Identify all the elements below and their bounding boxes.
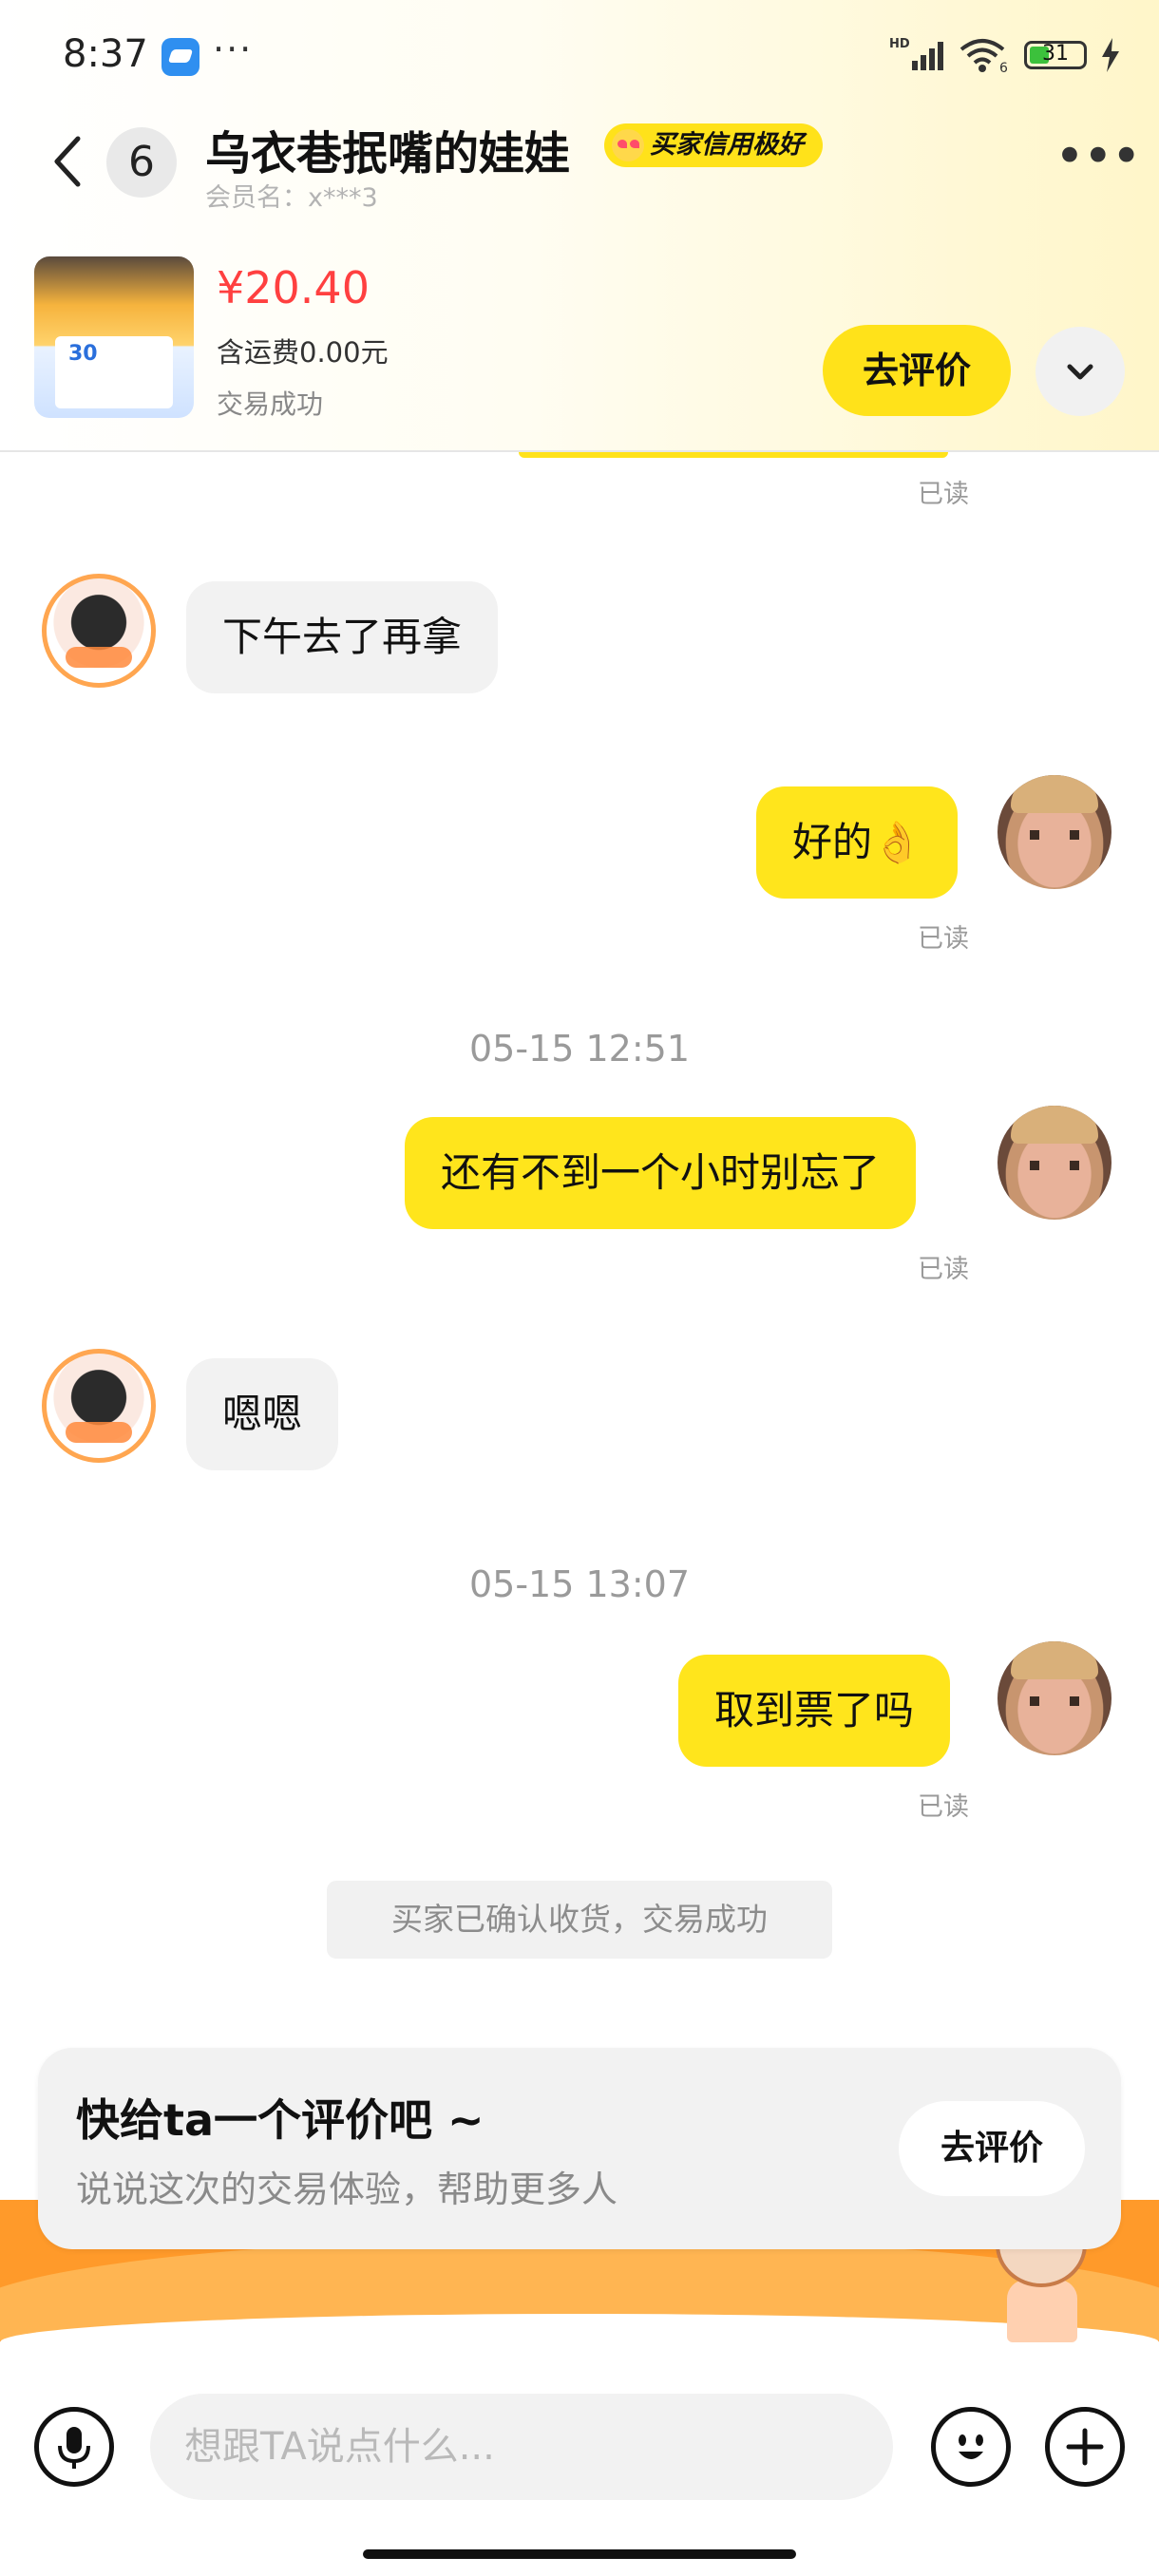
read-receipt: 已读 — [918, 480, 969, 509]
battery-level: 31 — [1042, 42, 1069, 66]
message-timestamp: 05-15 13:07 — [468, 1563, 690, 1605]
status-bar: 8:37 ··· HD 6 31 — [0, 0, 1159, 114]
message-input-bar — [0, 2363, 1159, 2576]
credit-badge-label: 买家信用极好 — [650, 130, 804, 160]
review-prompt-title: 快给ta一个评价吧 ~ — [76, 2094, 484, 2146]
home-indicator[interactable] — [363, 2549, 796, 2559]
buyer-credit-badge[interactable]: 买家信用极好 — [604, 123, 823, 167]
signal-icon: HD — [889, 37, 943, 70]
review-prompt-button[interactable]: 去评价 — [899, 2101, 1085, 2196]
product-thumbnail[interactable] — [34, 256, 194, 418]
system-notice: 买家已确认收货，交易成功 — [327, 1881, 832, 1959]
review-button[interactable]: 去评价 — [823, 325, 1011, 416]
message-input[interactable] — [150, 2394, 893, 2500]
status-time: 8:37 — [63, 32, 148, 76]
emoji-button[interactable] — [931, 2407, 1011, 2487]
message-bubble-outgoing[interactable]: 还有不到一个小时别忘了 — [405, 1117, 917, 1229]
seller-avatar[interactable] — [998, 775, 1112, 889]
seller-avatar[interactable] — [998, 1641, 1112, 1755]
read-receipt: 已读 — [918, 1255, 969, 1284]
expand-order-button[interactable] — [1036, 327, 1125, 416]
seller-avatar[interactable] — [998, 1106, 1112, 1220]
buyer-avatar[interactable] — [42, 1349, 156, 1463]
message-bubble-outgoing[interactable]: 取到票了吗 — [678, 1655, 951, 1767]
battery-icon: 31 — [1024, 41, 1087, 69]
emoji-icon — [959, 2434, 983, 2459]
back-icon[interactable] — [46, 133, 93, 190]
read-receipt: 已读 — [918, 1792, 969, 1822]
buyer-avatar[interactable] — [42, 574, 156, 688]
wifi-label: 6 — [999, 61, 1008, 74]
product-card-graphic — [55, 336, 173, 408]
unread-count-badge[interactable]: 6 — [106, 127, 177, 198]
message-timestamp: 05-15 12:51 — [468, 1028, 690, 1070]
product-price: ¥20.40 — [217, 262, 370, 313]
status-indicators: HD 6 31 — [889, 36, 1121, 74]
member-name: 会员名：x***3 — [205, 183, 378, 213]
shipping-info: 含运费0.00元 — [217, 336, 389, 369]
message-bubble-outgoing[interactable]: 好的👌 — [756, 786, 959, 899]
charging-icon — [1102, 38, 1119, 72]
review-prompt-card: 快给ta一个评价吧 ~ 说说这次的交易体验，帮助更多人 去评价 — [38, 2048, 1121, 2249]
voice-input-button[interactable] — [34, 2407, 114, 2487]
network-label: HD — [889, 37, 910, 51]
app-notification-icon — [162, 38, 200, 76]
more-icon[interactable]: ••• — [1054, 131, 1142, 182]
plus-icon — [1066, 2428, 1104, 2466]
heart-eyes-icon — [612, 129, 644, 161]
more-actions-button[interactable] — [1045, 2407, 1125, 2487]
message-bubble-incoming[interactable]: 嗯嗯 — [186, 1358, 339, 1470]
read-receipt: 已读 — [918, 924, 969, 954]
review-prompt-subtitle: 说说这次的交易体验，帮助更多人 — [76, 2169, 618, 2210]
message-bubble-incoming[interactable]: 下午去了再拿 — [186, 581, 499, 693]
partial-message-bubble — [519, 452, 948, 458]
order-status: 交易成功 — [217, 388, 324, 420]
wifi-icon: 6 — [960, 39, 1008, 74]
status-more-dots: ··· — [213, 28, 254, 70]
mic-icon — [58, 2427, 90, 2469]
chat-title: 乌衣巷抿嘴的娃娃 — [205, 127, 571, 180]
chevron-down-icon — [1067, 364, 1093, 380]
